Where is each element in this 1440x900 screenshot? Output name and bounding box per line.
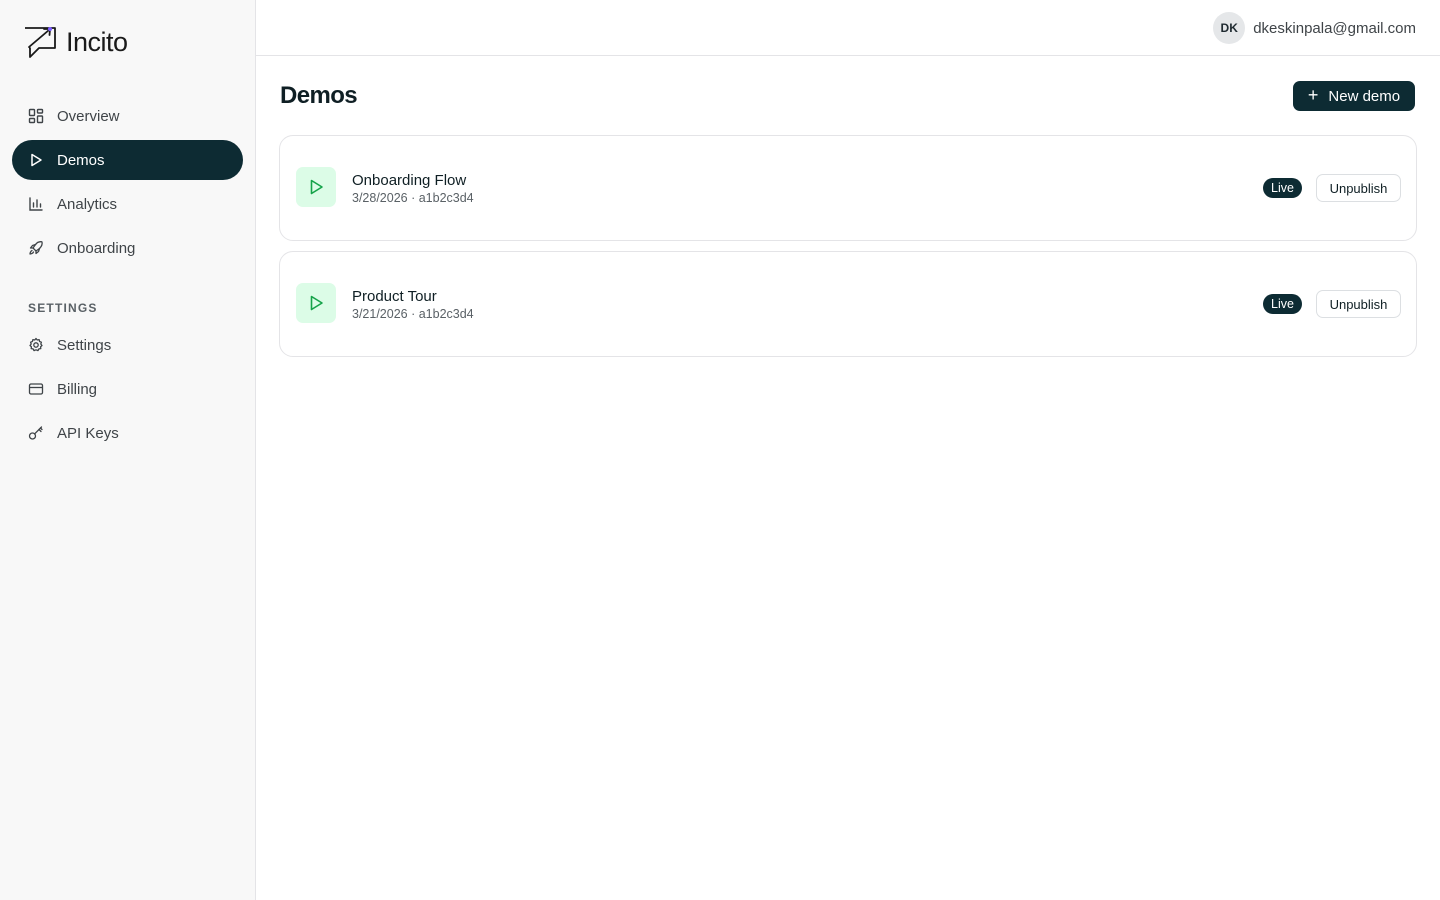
plus-icon: + (1307, 85, 1319, 105)
unpublish-button[interactable]: Unpublish (1316, 290, 1401, 318)
settings-nav: Settings Billing API Keys (12, 325, 243, 457)
user-menu[interactable]: DK dkeskinpala@gmail.com (1213, 12, 1416, 44)
sidebar-item-label: Demos (57, 151, 105, 169)
sidebar-item-onboarding[interactable]: Onboarding (12, 228, 243, 268)
sidebar-item-label: Analytics (57, 195, 118, 213)
sidebar-item-label: Onboarding (57, 239, 136, 257)
status-badge: Live (1263, 294, 1302, 314)
sidebar-item-billing[interactable]: Billing (12, 369, 243, 409)
new-demo-button[interactable]: + New demo (1293, 81, 1415, 111)
grid-icon (28, 108, 44, 124)
main-nav: Overview Demos Analytics Onboarding (12, 96, 243, 272)
sidebar-item-api-keys[interactable]: API Keys (12, 413, 243, 453)
gear-icon (29, 337, 43, 352)
logo[interactable]: Incito (22, 24, 128, 60)
demo-meta: 3/21/2026 · a1b2c3d4 (352, 307, 474, 321)
demo-meta: 3/28/2026 · a1b2c3d4 (352, 191, 474, 205)
sidebar-item-label: Settings (57, 336, 112, 354)
sidebar: Incito Overview Demos Analytics Onboardi… (0, 0, 256, 900)
sidebar-item-settings[interactable]: Settings (12, 325, 243, 365)
logo-text: Incito (66, 26, 128, 57)
sidebar-item-label: API Keys (57, 424, 119, 442)
bar-chart-icon (29, 197, 43, 211)
sidebar-item-label: Billing (57, 380, 98, 398)
demo-card[interactable]: Product Tour 3/21/2026 · a1b2c3d4 Live U… (279, 251, 1417, 357)
sidebar-item-overview[interactable]: Overview (12, 96, 243, 136)
play-icon (31, 153, 42, 167)
sidebar-item-label: Overview (57, 107, 120, 125)
top-bar: DK dkeskinpala@gmail.com (256, 0, 1440, 56)
sidebar-item-analytics[interactable]: Analytics (12, 184, 243, 224)
key-icon (28, 426, 43, 440)
rocket-icon (29, 241, 43, 255)
status-badge: Live (1263, 178, 1302, 198)
user-email: dkeskinpala@gmail.com (1253, 19, 1416, 37)
sidebar-item-demos[interactable]: Demos (12, 140, 243, 180)
unpublish-button[interactable]: Unpublish (1316, 174, 1401, 202)
play-icon (296, 283, 336, 323)
new-demo-label: New demo (1328, 87, 1401, 105)
demo-title: Product Tour (352, 288, 437, 305)
credit-card-icon (28, 383, 44, 395)
demo-title: Onboarding Flow (352, 172, 467, 189)
settings-section-label: SETTINGS (28, 301, 98, 315)
play-icon (296, 167, 336, 207)
logo-icon (25, 27, 56, 58)
page-title: Demos (280, 82, 358, 109)
avatar: DK (1213, 12, 1246, 44)
demo-card[interactable]: Onboarding Flow 3/28/2026 · a1b2c3d4 Liv… (279, 135, 1417, 241)
